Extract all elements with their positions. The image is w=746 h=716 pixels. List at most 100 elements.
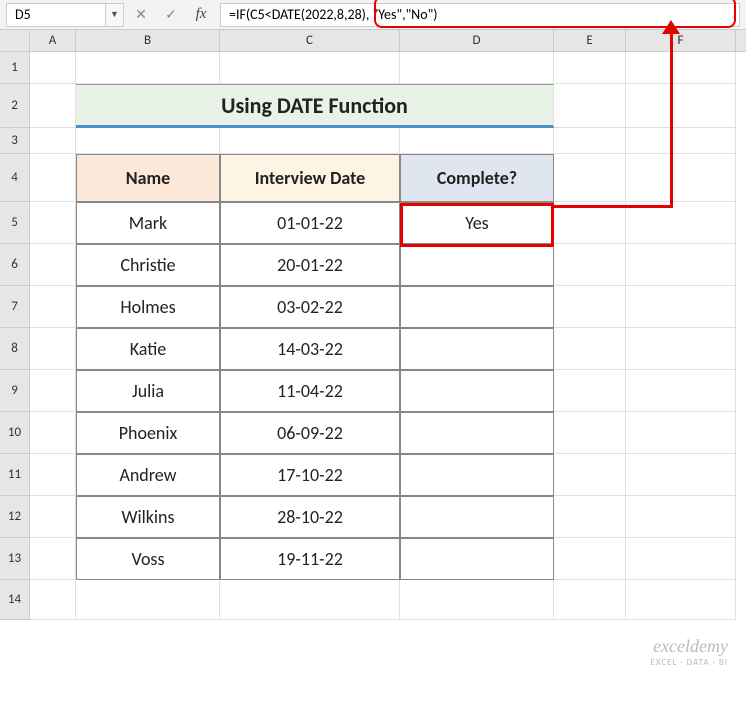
- cell-name-9[interactable]: Julia: [76, 370, 220, 412]
- cell-F13[interactable]: [626, 538, 736, 580]
- cell-name-5[interactable]: Mark: [76, 202, 220, 244]
- header-name[interactable]: Name: [76, 154, 220, 202]
- cell-E13[interactable]: [554, 538, 626, 580]
- cell-E7[interactable]: [554, 286, 626, 328]
- enter-icon[interactable]: ✓: [158, 3, 184, 27]
- row-header-12[interactable]: 12: [0, 496, 30, 538]
- cell-F3[interactable]: [626, 128, 736, 154]
- cell-F12[interactable]: [626, 496, 736, 538]
- cell-A6[interactable]: [30, 244, 76, 286]
- cell-E11[interactable]: [554, 454, 626, 496]
- cell-A1[interactable]: [30, 52, 76, 84]
- cell-A2[interactable]: [30, 84, 76, 128]
- cell-E12[interactable]: [554, 496, 626, 538]
- select-all-corner[interactable]: [0, 30, 30, 51]
- cell-date-13[interactable]: 19-11-22: [220, 538, 400, 580]
- cell-F9[interactable]: [626, 370, 736, 412]
- cell-F8[interactable]: [626, 328, 736, 370]
- cell-name-12[interactable]: Wilkins: [76, 496, 220, 538]
- cell-complete-7[interactable]: [400, 286, 554, 328]
- cell-A10[interactable]: [30, 412, 76, 454]
- cell-date-8[interactable]: 14-03-22: [220, 328, 400, 370]
- cell-complete-9[interactable]: [400, 370, 554, 412]
- cell-A7[interactable]: [30, 286, 76, 328]
- cell-date-10[interactable]: 06-09-22: [220, 412, 400, 454]
- cell-B14[interactable]: [76, 580, 220, 620]
- cell-F11[interactable]: [626, 454, 736, 496]
- cell-E3[interactable]: [554, 128, 626, 154]
- cell-complete-8[interactable]: [400, 328, 554, 370]
- cell-A12[interactable]: [30, 496, 76, 538]
- cell-A14[interactable]: [30, 580, 76, 620]
- cell-F10[interactable]: [626, 412, 736, 454]
- cell-name-10[interactable]: Phoenix: [76, 412, 220, 454]
- row-header-3[interactable]: 3: [0, 128, 30, 154]
- cell-D3[interactable]: [400, 128, 554, 154]
- cell-name-7[interactable]: Holmes: [76, 286, 220, 328]
- cell-E2[interactable]: [554, 84, 626, 128]
- cell-E6[interactable]: [554, 244, 626, 286]
- cell-E14[interactable]: [554, 580, 626, 620]
- formula-input[interactable]: =IF(C5<DATE(2022,8,28), "Yes","No"): [220, 3, 740, 27]
- cell-B3[interactable]: [76, 128, 220, 154]
- cell-F7[interactable]: [626, 286, 736, 328]
- cell-date-6[interactable]: 20-01-22: [220, 244, 400, 286]
- row-header-13[interactable]: 13: [0, 538, 30, 580]
- row-header-10[interactable]: 10: [0, 412, 30, 454]
- col-header-C[interactable]: C: [220, 30, 400, 51]
- cell-name-13[interactable]: Voss: [76, 538, 220, 580]
- cell-date-12[interactable]: 28-10-22: [220, 496, 400, 538]
- col-header-F[interactable]: F: [626, 30, 736, 51]
- col-header-D[interactable]: D: [400, 30, 554, 51]
- name-box[interactable]: D5: [6, 3, 106, 27]
- cell-F5[interactable]: [626, 202, 736, 244]
- row-header-8[interactable]: 8: [0, 328, 30, 370]
- cell-F1[interactable]: [626, 52, 736, 84]
- cell-E10[interactable]: [554, 412, 626, 454]
- cell-A8[interactable]: [30, 328, 76, 370]
- cell-F6[interactable]: [626, 244, 736, 286]
- cell-A13[interactable]: [30, 538, 76, 580]
- cell-E5[interactable]: [554, 202, 626, 244]
- row-header-9[interactable]: 9: [0, 370, 30, 412]
- cell-B1[interactable]: [76, 52, 220, 84]
- row-header-11[interactable]: 11: [0, 454, 30, 496]
- cell-C3[interactable]: [220, 128, 400, 154]
- cell-date-7[interactable]: 03-02-22: [220, 286, 400, 328]
- cell-E1[interactable]: [554, 52, 626, 84]
- cell-D1[interactable]: [400, 52, 554, 84]
- cell-F2[interactable]: [626, 84, 736, 128]
- row-header-1[interactable]: 1: [0, 52, 30, 84]
- cell-A11[interactable]: [30, 454, 76, 496]
- col-header-A[interactable]: A: [30, 30, 76, 51]
- cell-A5[interactable]: [30, 202, 76, 244]
- cell-date-11[interactable]: 17-10-22: [220, 454, 400, 496]
- cell-name-11[interactable]: Andrew: [76, 454, 220, 496]
- fx-icon[interactable]: fx: [188, 3, 214, 27]
- row-header-7[interactable]: 7: [0, 286, 30, 328]
- cell-complete-5[interactable]: Yes: [400, 202, 554, 244]
- title-cell[interactable]: Using DATE Function: [76, 84, 554, 128]
- cell-A9[interactable]: [30, 370, 76, 412]
- cell-name-8[interactable]: Katie: [76, 328, 220, 370]
- cell-name-6[interactable]: Christie: [76, 244, 220, 286]
- cell-C14[interactable]: [220, 580, 400, 620]
- cell-date-5[interactable]: 01-01-22: [220, 202, 400, 244]
- cell-F4[interactable]: [626, 154, 736, 202]
- row-header-5[interactable]: 5: [0, 202, 30, 244]
- cell-complete-10[interactable]: [400, 412, 554, 454]
- cell-D14[interactable]: [400, 580, 554, 620]
- header-interview-date[interactable]: Interview Date: [220, 154, 400, 202]
- cell-A3[interactable]: [30, 128, 76, 154]
- cell-E4[interactable]: [554, 154, 626, 202]
- cell-C1[interactable]: [220, 52, 400, 84]
- cell-E8[interactable]: [554, 328, 626, 370]
- row-header-6[interactable]: 6: [0, 244, 30, 286]
- name-box-dropdown-icon[interactable]: ▼: [106, 3, 124, 27]
- cell-complete-13[interactable]: [400, 538, 554, 580]
- cell-A4[interactable]: [30, 154, 76, 202]
- cell-E9[interactable]: [554, 370, 626, 412]
- header-complete[interactable]: Complete?: [400, 154, 554, 202]
- row-header-2[interactable]: 2: [0, 84, 30, 128]
- col-header-B[interactable]: B: [76, 30, 220, 51]
